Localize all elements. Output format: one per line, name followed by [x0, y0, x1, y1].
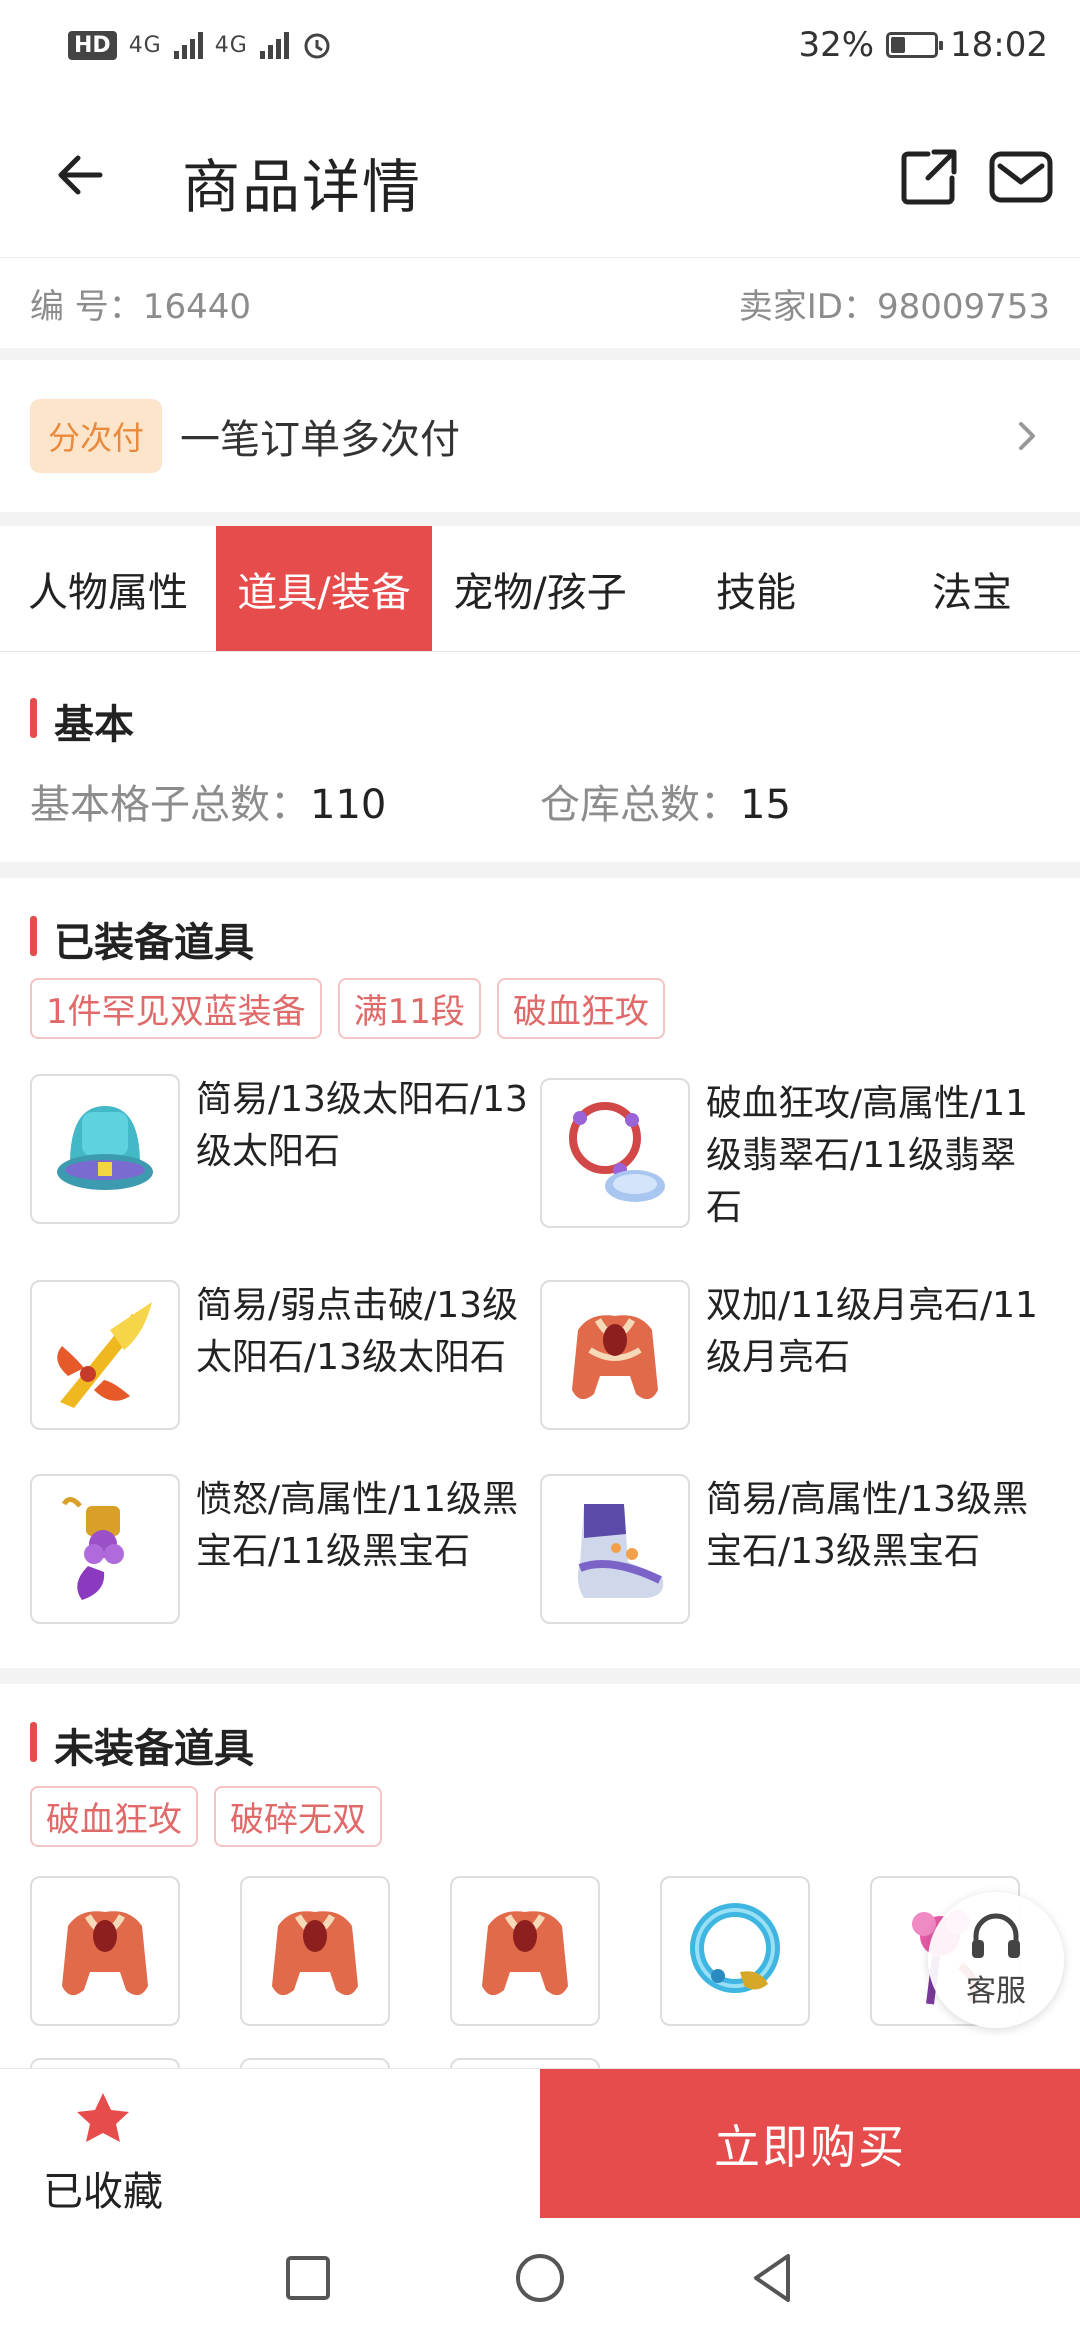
item-description: 简易/高属性/13级黑宝石/13级黑宝石 — [706, 1479, 1029, 1572]
sword-icon — [30, 1280, 180, 1430]
status-left: HD 4G 4G — [68, 29, 333, 61]
buy-now-button[interactable]: 立即购买 — [540, 2069, 1080, 2219]
unequipped-section: 未装备道具 破血狂攻 破碎无双 — [0, 1684, 1080, 2074]
alarm-icon — [304, 33, 330, 59]
section-title-unequipped: 未装备道具 — [30, 1716, 254, 1774]
listing-id-row: 编 号：16440 卖家ID：98009753 — [0, 258, 1080, 348]
equipped-item[interactable]: 简易/弱点击破/13级太阳石/13级太阳石 — [30, 1280, 540, 1430]
home-icon[interactable] — [510, 2248, 570, 2308]
slots-value: 110 — [310, 782, 387, 828]
ring-icon[interactable] — [660, 1876, 810, 2026]
signal-icon — [259, 31, 289, 59]
bottom-action-bar: 已收藏 立即购买 — [0, 2068, 1080, 2219]
helmet-icon — [30, 1074, 180, 1224]
equipped-item[interactable]: 简易/13级太阳石/13级太阳石 — [30, 1074, 540, 1224]
system-nav-bar — [0, 2218, 1080, 2340]
star-icon — [77, 2093, 129, 2142]
item-description: 愤怒/高属性/11级黑宝石/11级黑宝石 — [196, 1479, 519, 1572]
signal-type-2: 4G — [214, 32, 248, 58]
hd-indicator: HD — [68, 30, 117, 60]
page-title: 商品详情 — [182, 153, 423, 221]
slots-label: 基本格子总数： — [30, 782, 310, 828]
status-bar: HD 4G 4G 32% 18:02 — [0, 0, 1080, 90]
item-description: 简易/弱点击破/13级太阳石/13级太阳石 — [196, 1285, 519, 1378]
status-right: 32% 18:02 — [798, 25, 1048, 65]
armor-icon — [540, 1280, 690, 1430]
storage-value: 15 — [740, 782, 791, 828]
page: HD 4G 4G 32% 18:02 商品详情 编 号：16440 卖家ID：9… — [0, 0, 1080, 2340]
signal-icon — [173, 31, 203, 59]
battery-percent: 32% — [798, 25, 875, 65]
item-description: 简易/13级太阳石/13级太阳石 — [196, 1079, 528, 1172]
belt-icon — [30, 1474, 180, 1624]
boots-icon — [540, 1474, 690, 1624]
share-icon[interactable] — [898, 146, 960, 208]
favorite-button[interactable]: 已收藏 — [28, 2089, 178, 2217]
back-arrow-icon[interactable] — [48, 140, 118, 210]
section-title-basic: 基本 — [30, 692, 134, 750]
equipped-item[interactable]: 双加/11级月亮石/11级月亮石 — [540, 1280, 1050, 1430]
recent-apps-icon[interactable] — [278, 2248, 338, 2308]
seller-id: 卖家ID：98009753 — [738, 286, 1050, 327]
tag: 满11段 — [337, 978, 481, 1039]
equipped-item[interactable]: 破血狂攻/高属性/11级翡翠石/11级翡翠石 — [540, 1078, 1050, 1234]
battery-fill — [891, 37, 906, 53]
signal-type-1: 4G — [128, 32, 162, 58]
installment-row[interactable]: 分次付 一笔订单多次付 — [0, 360, 1080, 512]
basic-section: 基本 基本格子总数：110 仓库总数：15 — [0, 652, 1080, 862]
installment-text: 一笔订单多次付 — [180, 417, 461, 463]
armor-icon[interactable] — [30, 1876, 180, 2026]
equipped-section: 已装备道具 1件罕见双蓝装备 满11段 破血狂攻 简易/13级太阳石/13级太阳… — [0, 878, 1080, 1668]
header: 商品详情 — [0, 90, 1080, 258]
installment-badge: 分次付 — [30, 399, 163, 473]
storage-count: 仓库总数：15 — [540, 772, 791, 830]
equipped-item[interactable]: 愤怒/高属性/11级黑宝石/11级黑宝石 — [30, 1474, 540, 1624]
tab-items-equipment[interactable]: 道具/装备 — [216, 526, 432, 651]
favorite-label: 已收藏 — [43, 2169, 163, 2215]
equipped-tags: 1件罕见双蓝装备 满11段 破血狂攻 — [30, 978, 665, 1039]
tab-bar: 人物属性 道具/装备 宠物/孩子 技能 法宝 — [0, 526, 1080, 652]
customer-service-label: 客服 — [966, 1974, 1026, 2009]
tab-pets-children[interactable]: 宠物/孩子 — [432, 526, 648, 651]
slots-count: 基本格子总数：110 — [30, 772, 386, 830]
tab-skills[interactable]: 技能 — [648, 526, 864, 651]
tag: 破血狂攻 — [30, 1786, 198, 1847]
storage-label: 仓库总数： — [540, 782, 740, 828]
message-icon[interactable] — [988, 146, 1054, 208]
listing-number: 编 号：16440 — [30, 286, 251, 327]
tag: 破血狂攻 — [496, 978, 665, 1039]
armor-icon[interactable] — [240, 1876, 390, 2026]
chevron-right-icon — [1019, 422, 1035, 450]
customer-service-button[interactable]: 客服 — [928, 1892, 1064, 2028]
item-description: 双加/11级月亮石/11级月亮石 — [706, 1285, 1038, 1378]
clock: 18:02 — [950, 25, 1048, 65]
tag: 破碎无双 — [214, 1786, 382, 1847]
unequipped-tags: 破血狂攻 破碎无双 — [30, 1786, 382, 1847]
headset-icon — [972, 1913, 1020, 1958]
section-title-equipped: 已装备道具 — [30, 910, 254, 968]
necklace-icon — [540, 1078, 690, 1228]
battery-icon — [886, 32, 944, 58]
tag: 1件罕见双蓝装备 — [30, 978, 322, 1039]
tab-character-attributes[interactable]: 人物属性 — [0, 526, 216, 651]
tab-magic-treasures[interactable]: 法宝 — [864, 526, 1080, 651]
armor-icon[interactable] — [450, 1876, 600, 2026]
back-icon[interactable] — [742, 2248, 802, 2308]
item-description: 破血狂攻/高属性/11级翡翠石/11级翡翠石 — [706, 1083, 1029, 1228]
equipped-item[interactable]: 简易/高属性/13级黑宝石/13级黑宝石 — [540, 1474, 1050, 1624]
